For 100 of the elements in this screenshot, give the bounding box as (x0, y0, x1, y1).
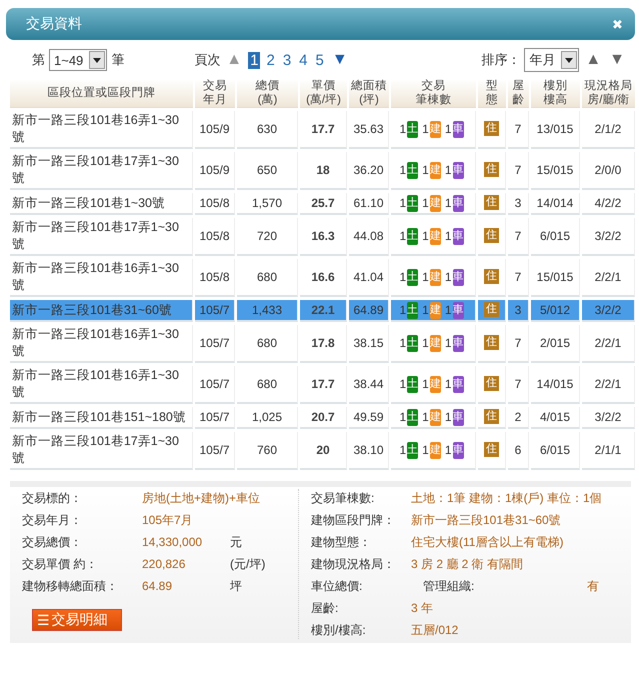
column-header[interactable]: 筆棟數 (416, 93, 452, 107)
total-price-cell: 760 (237, 432, 298, 470)
type-tag: 住 (484, 120, 499, 136)
detail-value: 105年7月 (142, 512, 193, 528)
area-cell: 44.08 (349, 218, 389, 256)
floor-cell: 5/012 (531, 300, 580, 322)
address-cell: 新市一路三段101巷16弄1~30號 (10, 259, 193, 297)
area-cell: 38.10 (349, 432, 389, 470)
count-number: 1 (444, 268, 452, 286)
count-number: 1 (399, 376, 406, 392)
count-number: 1 (422, 120, 429, 138)
count-number: 1 (399, 302, 406, 318)
area-cell: 35.63 (349, 111, 389, 149)
type-tag: 住 (484, 162, 499, 176)
sort-ascending-button[interactable]: ▲ (583, 51, 604, 69)
unit-price-cell: 18 (300, 152, 347, 190)
unit-price-cell: 20 (300, 432, 347, 470)
unit-price-cell: 20.7 (300, 407, 347, 429)
layout-cell: 4/2/2 (582, 193, 635, 215)
date-cell: 105/9 (195, 111, 235, 149)
address-cell: 新市一路三段101巷151~180號 (10, 407, 193, 429)
floor-cell: 13/015 (531, 111, 580, 149)
count-tag: 土 (407, 194, 418, 212)
detail-unit: 元 (230, 534, 242, 550)
address-cell: 新市一路三段101巷17弄1~30號 (10, 152, 193, 190)
area-cell: 38.15 (349, 325, 389, 363)
count-tag: 車 (452, 442, 464, 458)
column-header[interactable]: 交易 (203, 79, 227, 93)
count-number: 1 (399, 442, 406, 458)
count-number: 1 (444, 302, 452, 318)
address-cell: 新市一路三段101巷16弄1~30號 (10, 325, 193, 363)
area-cell: 38.44 (349, 366, 389, 404)
column-header[interactable]: 樓高 (544, 93, 568, 107)
count-tag: 土 (407, 228, 418, 244)
count-tag: 建 (430, 268, 441, 286)
column-header[interactable]: 總價 (256, 79, 280, 93)
next-page-button[interactable]: ▼ (330, 51, 350, 69)
type-tag: 住 (484, 408, 499, 424)
floor-cell: 14/015 (531, 366, 580, 404)
column-header[interactable]: 交易 (422, 79, 446, 93)
age-cell: 7 (508, 325, 529, 363)
caret-icon (561, 51, 578, 69)
detail-unit: 坪 (230, 578, 242, 594)
detail-value: 64.89 (142, 579, 174, 593)
unit-price-cell: 25.7 (300, 193, 347, 215)
detail-value: 3 年 (411, 600, 434, 616)
column-header[interactable]: (萬) (258, 93, 278, 107)
column-header[interactable]: 單價 (312, 79, 336, 93)
column-header[interactable]: 屋 (512, 79, 524, 93)
type-tag: 住 (484, 268, 499, 284)
column-header[interactable]: 現況格局 (584, 79, 632, 93)
column-header[interactable]: 總面積 (351, 79, 387, 93)
column-header[interactable]: 房/廳/衛 (587, 93, 630, 107)
age-cell: 7 (508, 152, 529, 190)
detail-value: 住宅大樓(11層含以上有電梯) (411, 534, 564, 550)
column-header[interactable]: 樓別 (544, 79, 568, 93)
page-link[interactable]: 4 (297, 52, 310, 68)
count-tag: 建 (430, 228, 441, 244)
address-cell: 新市一路三段101巷1~30號 (10, 193, 193, 215)
range-prefix: 第 (32, 51, 45, 69)
sort-descending-button[interactable]: ▼ (607, 51, 627, 69)
area-cell: 36.20 (349, 152, 389, 190)
detail-value: 220,826 (142, 557, 186, 571)
page-link[interactable]: 2 (264, 52, 277, 68)
floor-cell: 2/015 (531, 325, 580, 363)
count-number: 1 (422, 162, 429, 178)
column-header[interactable]: 齡 (512, 93, 524, 107)
sort-select[interactable]: 年月 (524, 48, 580, 72)
column-header[interactable]: 年月 (203, 93, 227, 107)
count-number: 1 (399, 120, 406, 138)
column-header[interactable]: (萬/坪) (306, 93, 341, 107)
column-header[interactable]: (坪) (359, 93, 379, 107)
count-tag: 建 (430, 302, 441, 318)
count-tag: 土 (407, 302, 418, 318)
count-tag: 車 (452, 162, 464, 178)
detail-label: 交易單價 約： (22, 556, 98, 572)
count-number: 1 (422, 194, 429, 212)
count-number: 1 (399, 334, 406, 352)
count-tag: 土 (407, 334, 418, 352)
transaction-detail-button[interactable]: ☰交易明細 (32, 609, 122, 631)
total-price-cell: 720 (237, 218, 298, 256)
count-tag: 土 (407, 120, 418, 138)
unit-price-cell: 17.8 (300, 325, 347, 363)
column-header[interactable]: 型 (486, 79, 498, 93)
layout-cell: 2/0/0 (582, 152, 635, 190)
floor-cell: 6/015 (531, 432, 580, 470)
count-number: 1 (422, 228, 429, 244)
count-tag: 車 (452, 408, 464, 426)
page-link[interactable]: 3 (280, 52, 294, 68)
layout-cell: 2/2/1 (582, 325, 635, 363)
count-tag: 車 (452, 334, 464, 352)
date-cell: 105/7 (195, 325, 235, 363)
count-tag: 車 (452, 376, 464, 392)
range-select[interactable]: 1~49 (49, 49, 108, 71)
page-link[interactable]: 1 (248, 52, 260, 68)
total-price-cell: 1,433 (237, 300, 298, 322)
page-link[interactable]: 5 (314, 52, 326, 68)
unit-price-cell: 17.7 (300, 111, 347, 149)
date-cell: 105/7 (195, 432, 235, 470)
column-header[interactable]: 態 (486, 93, 498, 107)
